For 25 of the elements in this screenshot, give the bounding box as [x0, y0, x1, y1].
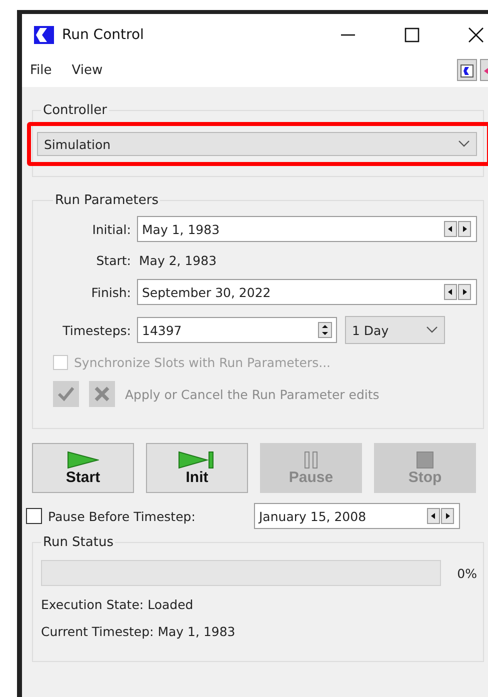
menu-item[interactable]: File — [30, 62, 52, 78]
date-field[interactable]: September 30, 2022 — [137, 279, 477, 305]
controller-dropdown[interactable]: Simulation — [37, 132, 477, 156]
window-title: Run Control — [62, 27, 144, 43]
status-text: Execution State: Loaded — [41, 597, 194, 612]
field-label: Finish: — [90, 284, 131, 300]
checkbox-label: Pause Before Timestep: — [48, 508, 196, 524]
field-label: Initial: — [91, 222, 131, 236]
status-text: Current Timestep: May 1, 1983 — [41, 624, 236, 639]
start-date: May 2, 1983 — [138, 253, 217, 268]
field-label: Timesteps: — [62, 322, 131, 338]
menu-item[interactable]: View — [72, 62, 103, 78]
date-field[interactable]: May 1, 1983 — [137, 216, 477, 242]
date-field[interactable]: January 15, 2008 — [254, 503, 460, 529]
field-label: Start: — [95, 253, 131, 268]
progress-reading: 0% — [456, 566, 477, 580]
group-label: Run Status — [42, 535, 114, 550]
checkbox-label: Synchronize Slots with Run Parameters... — [74, 355, 331, 370]
init-button[interactable]: Init — [146, 443, 248, 493]
apply-hint: Apply or Cancel the Run Parameter edits — [125, 386, 380, 402]
start-button[interactable]: Start — [32, 443, 134, 493]
unit-dropdown[interactable]: 1 Day — [345, 316, 445, 344]
timesteps-field[interactable]: 14397 — [137, 317, 337, 343]
group-label: Controller — [42, 103, 108, 118]
group-label: Run Parameters — [54, 193, 160, 208]
